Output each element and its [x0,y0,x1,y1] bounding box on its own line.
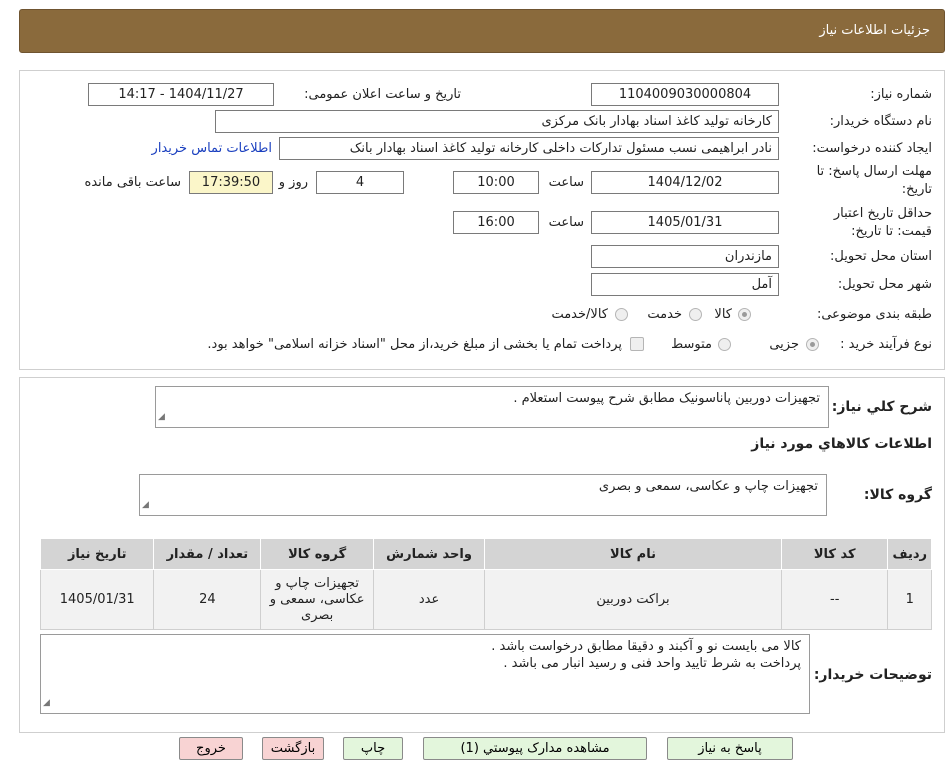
announce-date-label: تاریخ و ساعت اعلان عمومی: [304,87,461,102]
buyer-notes-textarea[interactable]: کالا می بایست نو و آکبند و دقیقا مطابق د… [40,634,810,714]
buyer-notes-label: توضیحات خریدار: [813,667,932,683]
need-number-label: شماره نیاز: [870,87,932,102]
reply-to-need-button[interactable]: پاسخ به نیاز [667,737,793,760]
process-minor-label: جزیی [769,337,799,352]
goods-group-textarea[interactable]: تجهیزات چاپ و عکاسی، سمعی و بصری ◢ [139,474,827,516]
creator-field: نادر ابراهیمی نسب مسئول تدارکات داخلی کا… [279,137,779,160]
price-validity-label: حداقل تاریخ اعتبار [833,206,932,221]
cell-goods-code: -- [780,569,889,630]
validity-time-label: ساعت [548,215,584,230]
table-row: 1 -- براکت دوربین عدد تجهیزات چاپ و عکاس… [39,569,932,630]
col-header-goods-group: گروه کالا [260,538,375,570]
need-details-panel: شرح کلي نياز: تجهیزات دوربین پاناسونیک م… [19,377,945,733]
col-header-unit: واحد شمارش [373,538,486,570]
cell-goods-group: تجهیزات چاپ و عکاسی، سمعی و بصری [260,569,375,630]
process-label: نوع فرآیند خرید : [840,337,932,352]
goods-group-text: تجهیزات چاپ و عکاسی، سمعی و بصری [598,479,818,494]
reply-time-label: ساعت [548,175,584,190]
validity-date-field: 1405/01/31 [591,211,779,234]
resize-grip-icon: ◢ [43,698,50,708]
price-validity-label-2: قیمت: تا تاریخ: [851,224,932,239]
category-service-radio[interactable] [689,308,702,321]
cell-unit: عدد [373,569,486,630]
process-medium-label: متوسط [671,337,712,352]
need-info-panel: شماره نیاز: 1104009030000804 تاریخ و ساع… [19,70,945,370]
summary-label: شرح کلي نياز: [831,399,932,415]
cell-goods-name: براکت دوربین [484,569,782,630]
summary-text: تجهیزات دوربین پاناسونیک مطابق شرح پیوست… [513,391,820,406]
treasury-payment-note: پرداخت تمام یا بخشی از مبلغ خرید،از محل … [207,337,622,352]
col-header-goods-code: کد کالا [780,538,889,570]
reply-time-field: 10:00 [453,171,539,194]
process-minor-radio[interactable] [806,338,819,351]
city-field: آمل [591,273,779,296]
view-attachments-button[interactable]: مشاهده مدارک پیوستي (1) [423,737,647,760]
treasury-payment-checkbox[interactable] [630,337,644,351]
col-header-need-date: تاریخ نیاز [39,538,155,570]
days-field: 4 [316,171,404,194]
category-goods-radio[interactable] [738,308,751,321]
category-label: طبقه بندی موضوعی: [816,307,932,322]
reply-deadline-label: مهلت ارسال پاسخ: تا [816,164,932,179]
days-label: روز و [278,175,308,190]
category-service-label: خدمت [647,307,682,322]
exit-button[interactable]: خروج [179,737,243,760]
goods-table: ردیف کد کالا نام کالا واحد شمارش گروه کا… [39,538,932,630]
buyer-notes-line-2: پرداخت به شرط تایید واحد فنی و رسید انبا… [503,656,801,671]
province-field: مازندران [591,245,779,268]
page-title: جزئیات اطلاعات نیاز [819,23,930,38]
reply-deadline-label-2: تاریخ: [901,182,932,197]
buyer-org-label: نام دستگاه خریدار: [829,114,932,129]
goods-table-header-row: ردیف کد کالا نام کالا واحد شمارش گروه کا… [39,538,932,570]
col-header-quantity: تعداد / مقدار [153,538,262,570]
category-goods-service-label: کالا/خدمت [551,307,608,322]
cell-need-date: 1405/01/31 [39,569,155,630]
remaining-time-field: 17:39:50 [189,171,273,194]
need-number-field: 1104009030000804 [591,83,779,106]
buyer-contact-link[interactable]: اطلاعات تماس خریدار [152,141,272,156]
goods-group-label: گروه کالا: [863,487,932,503]
validity-time-field: 16:00 [453,211,539,234]
category-goods-service-radio[interactable] [615,308,628,321]
remaining-time-label: ساعت باقی مانده [84,175,181,190]
col-header-goods-name: نام کالا [484,538,782,570]
summary-textarea[interactable]: تجهیزات دوربین پاناسونیک مطابق شرح پیوست… [155,386,829,428]
creator-label: ایجاد کننده درخواست: [812,141,932,156]
resize-grip-icon: ◢ [158,412,165,422]
city-label: شهر محل تحویل: [837,277,932,292]
page-header: جزئیات اطلاعات نیاز [19,9,945,53]
cell-quantity: 24 [153,569,262,630]
print-button[interactable]: چاپ [343,737,403,760]
cell-row-number: 1 [887,569,932,630]
resize-grip-icon: ◢ [142,500,149,510]
back-button[interactable]: بازگشت [262,737,324,760]
goods-info-title: اطلاعات کالاهاي مورد نياز [751,436,932,452]
buyer-org-field: کارخانه تولید کاغذ اسناد بهادار بانک مرک… [215,110,779,133]
buyer-notes-line-1: کالا می بایست نو و آکبند و دقیقا مطابق د… [491,639,801,654]
province-label: استان محل تحویل: [830,249,932,264]
category-goods-label: کالا [714,307,732,322]
reply-date-field: 1404/12/02 [591,171,779,194]
col-header-row-number: ردیف [887,538,932,570]
announce-date-field: 1404/11/27 - 14:17 [88,83,274,106]
process-medium-radio[interactable] [718,338,731,351]
